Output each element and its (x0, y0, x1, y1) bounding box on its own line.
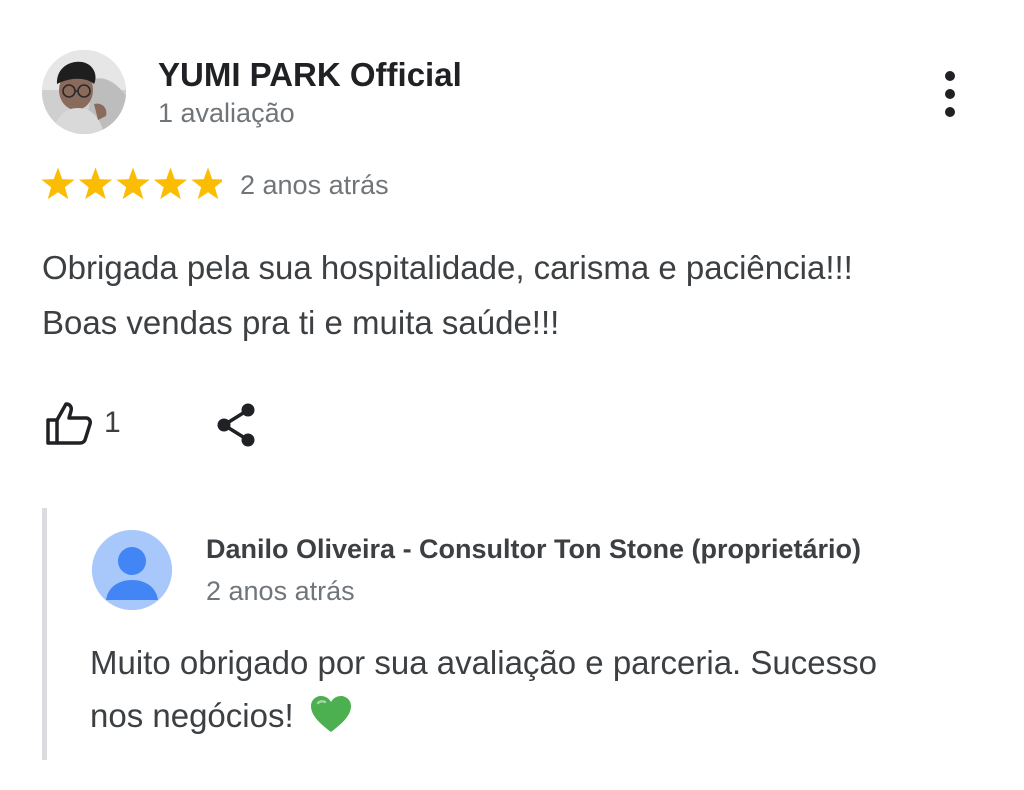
review-actions: 1 (42, 398, 442, 454)
rating-row: 2 anos atrás (40, 166, 540, 206)
share-button[interactable] (212, 400, 260, 450)
reviewer-review-count: 1 avaliação (158, 98, 295, 128)
review-date: 2 anos atrás (240, 170, 389, 200)
reviewer-name[interactable]: YUMI PARK Official (158, 56, 462, 94)
review-text-line: Boas vendas pra ti e muita saúde!!! (42, 304, 560, 341)
reply-text: Muito obrigado por sua avaliação e parce… (90, 636, 990, 742)
thumbs-up-icon (46, 402, 92, 445)
reviewer-avatar[interactable] (42, 50, 126, 134)
reply-text-line: Muito obrigado por sua avaliação e parce… (90, 644, 877, 681)
star-rating (41, 167, 222, 200)
more-options-button[interactable] (934, 68, 966, 120)
green-heart-icon (310, 696, 351, 733)
share-icon (217, 403, 255, 447)
reply-text-line-2: nos negócios! (90, 689, 990, 742)
owner-avatar (92, 530, 172, 610)
owner-reply: Danilo Oliveira - Consultor Ton Stone (p… (42, 508, 992, 760)
star-icon (78, 167, 113, 200)
star-icon (41, 167, 75, 200)
like-count: 1 (104, 406, 121, 439)
review-header: YUMI PARK Official 1 avaliação (42, 50, 982, 136)
star-icon (191, 167, 222, 200)
default-person-icon (92, 530, 172, 610)
reviewer-photo (42, 50, 126, 134)
review-text: Obrigada pela sua hospitalidade, carisma… (42, 240, 992, 350)
reply-text-line: nos negócios! (90, 697, 294, 734)
reply-indent-bar (42, 508, 47, 760)
more-vertical-icon (945, 71, 955, 117)
review-text-line: Obrigada pela sua hospitalidade, carisma… (42, 249, 853, 286)
reply-date: 2 anos atrás (206, 576, 355, 606)
like-button[interactable]: 1 (42, 398, 132, 450)
owner-name: Danilo Oliveira - Consultor Ton Stone (p… (206, 534, 862, 564)
star-icon (153, 167, 188, 200)
star-icon (116, 167, 150, 200)
